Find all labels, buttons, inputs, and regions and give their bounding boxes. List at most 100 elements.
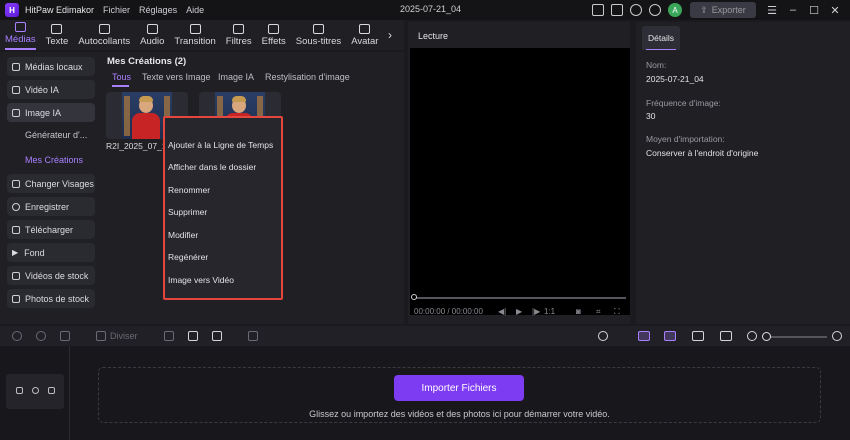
track-video-icon[interactable] [16, 387, 23, 394]
playback-time: 00:00:00 / 00:00:00 [414, 307, 483, 316]
tab-filtres[interactable]: Filtres [221, 20, 257, 50]
download-icon[interactable] [630, 4, 642, 16]
ctx-image-to-video[interactable]: Image vers Vidéo [168, 275, 234, 285]
link-icon[interactable] [664, 331, 676, 341]
snapshot-icon[interactable]: ◙ [576, 307, 581, 316]
shield-icon[interactable] [164, 331, 174, 341]
undo-icon[interactable] [12, 331, 22, 341]
sidebar-item-video-ia[interactable]: Vidéo IA [7, 80, 95, 99]
split-label[interactable]: Diviser [110, 331, 138, 341]
tab-medias[interactable]: Médias [0, 20, 41, 50]
window-maximize-icon[interactable]: ☐ [808, 4, 820, 17]
sidebar-subitem-mes-creations[interactable]: Mes Créations [25, 155, 83, 165]
preview-panel: Lecture 00:00:00 / 00:00:00 ◀| ▶ |▶ 1:1 … [408, 22, 630, 324]
text-icon [51, 24, 63, 34]
scissors-icon[interactable] [212, 331, 222, 341]
tab-sous-titres[interactable]: Sous-titres [291, 20, 346, 50]
menu-reglages[interactable]: Réglages [139, 5, 177, 15]
sidebar-item-image-ia[interactable]: Image IA [7, 103, 95, 122]
app-logo-icon: H [5, 3, 19, 17]
avatar-icon [359, 24, 371, 34]
magnet-icon[interactable] [638, 331, 650, 341]
window-hamburger-icon[interactable]: ☰ [766, 4, 778, 17]
tab-avatar[interactable]: Avatar [346, 20, 383, 50]
toolbar-next-chevron-icon[interactable]: › [388, 28, 392, 42]
video-ai-icon [12, 85, 20, 94]
prev-frame-icon[interactable]: ◀| [498, 307, 506, 316]
sidebar-item-medias-locaux[interactable]: Médias locaux [7, 57, 95, 76]
ctx-add-to-timeline[interactable]: Ajouter à la Ligne de Temps [168, 140, 273, 150]
tab-label: Transition [174, 36, 216, 47]
filter-icon [233, 24, 245, 34]
menu-fichier[interactable]: Fichier [103, 5, 130, 15]
sidebar-subitem-generateur[interactable]: Générateur d'... [25, 130, 87, 140]
play-icon[interactable]: ▶ [516, 307, 522, 316]
tab-label: Médias [5, 34, 36, 45]
ctx-regenerate[interactable]: Regénérer [168, 252, 208, 262]
chain-icon[interactable] [692, 331, 704, 341]
next-frame-icon[interactable]: |▶ [532, 307, 540, 316]
tab-texte[interactable]: Texte [41, 20, 74, 50]
window-minimize-icon[interactable]: – [787, 4, 799, 16]
chevron-right-icon: ▶ [12, 248, 19, 257]
sidebar-item-videos-stock[interactable]: Vidéos de stock [7, 266, 95, 285]
zoom-in-icon[interactable] [832, 331, 842, 341]
microphone-icon[interactable] [598, 331, 608, 341]
export-clip-icon[interactable] [248, 331, 258, 341]
tab-details[interactable]: Détails [642, 26, 680, 50]
tab-transition[interactable]: Transition [169, 20, 220, 50]
crop-icon[interactable]: ⌗ [596, 307, 601, 317]
fit-width-icon[interactable] [720, 331, 732, 341]
thumbnail-label: R2I_2025_07_14_ [106, 141, 164, 151]
ctx-edit[interactable]: Modifier [168, 230, 198, 240]
title-bar: H HitPaw Edimakor Fichier Réglages Aide … [0, 0, 850, 20]
delete-icon[interactable] [60, 331, 70, 341]
text-tool-icon[interactable] [188, 331, 198, 341]
fullscreen-icon[interactable]: ⛶ [614, 307, 620, 317]
sidebar-item-label: Changer Visages [25, 178, 94, 189]
zoom-handle[interactable] [762, 332, 771, 341]
tab-effets[interactable]: Effets [257, 20, 291, 50]
tab-audio[interactable]: Audio [135, 20, 169, 50]
ctx-rename[interactable]: Renommer [168, 185, 210, 195]
tab-label: Avatar [351, 36, 379, 47]
sidebar-item-photos-stock[interactable]: Photos de stock [7, 289, 95, 308]
tab-label: Effets [261, 36, 286, 47]
ctx-show-in-folder[interactable]: Afficher dans le dossier [168, 162, 256, 172]
track-audio-icon[interactable] [48, 387, 55, 394]
import-files-button[interactable]: Importer Fichiers [394, 375, 524, 401]
seek-handle[interactable] [411, 294, 417, 300]
split-icon[interactable] [96, 331, 106, 341]
record-icon [12, 202, 20, 211]
ctx-delete[interactable]: Supprimer [168, 207, 207, 217]
tab-image-ia[interactable]: Image IA [218, 72, 254, 82]
info-icon[interactable] [649, 4, 661, 16]
subtitle-icon [312, 24, 324, 34]
track-visibility-icon[interactable] [32, 387, 39, 394]
sidebar-item-label: Vidéo IA [25, 84, 59, 95]
context-menu: Ajouter à la Ligne de Temps Afficher dan… [163, 116, 283, 300]
sidebar-item-enregistrer[interactable]: Enregistrer [7, 197, 95, 216]
tab-tous[interactable]: Tous [112, 72, 131, 82]
tab-texte-vers-image[interactable]: Texte vers Image [142, 72, 211, 82]
menu-aide[interactable]: Aide [186, 5, 204, 15]
preview-title: Lecture [418, 31, 449, 41]
redo-icon[interactable] [36, 331, 46, 341]
sidebar-item-label: Image IA [25, 107, 62, 118]
user-avatar[interactable]: A [668, 3, 682, 17]
zoom-out-icon[interactable] [747, 331, 757, 341]
chat-icon[interactable] [611, 4, 623, 16]
seek-bar[interactable] [414, 297, 626, 299]
sidebar-item-telecharger[interactable]: Télécharger [7, 220, 95, 239]
tab-restylisation[interactable]: Restylisation d'image [265, 72, 350, 82]
sidebar-item-label: Enregistrer [25, 201, 70, 212]
zoom-slider[interactable] [765, 336, 827, 338]
window-close-icon[interactable]: ✕ [829, 4, 841, 17]
sidebar-item-changer-visages[interactable]: Changer Visages [7, 174, 95, 193]
export-button[interactable]: ⇪ Exporter [690, 2, 756, 18]
monitor-icon[interactable] [592, 4, 604, 16]
main-toolbar: Médias Texte Autocollants Audio Transiti… [0, 20, 404, 50]
aspect-ratio-select[interactable]: 1:1 [544, 307, 555, 316]
sidebar-item-fond[interactable]: ▶ Fond [7, 243, 95, 262]
tab-autocollants[interactable]: Autocollants [73, 20, 135, 50]
